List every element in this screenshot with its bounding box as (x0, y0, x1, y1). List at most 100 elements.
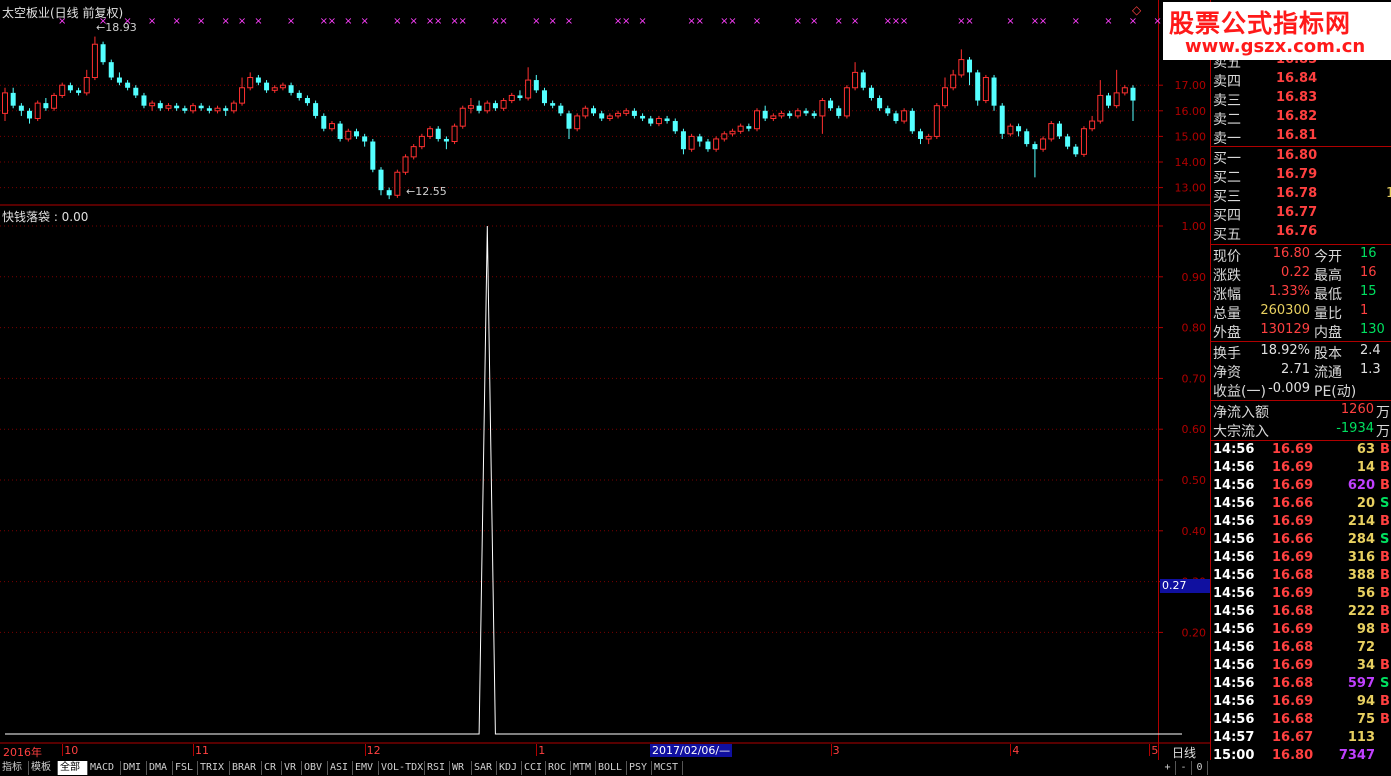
signal-marker: × (794, 16, 802, 27)
date-label: 2016年 (3, 746, 42, 759)
candle (901, 108, 908, 124)
candle (843, 85, 850, 119)
fundamental-row: 净资 2.71 流通 1.3 (1210, 362, 1391, 381)
tab-dmi[interactable]: DMI (121, 761, 147, 775)
tab-模板[interactable]: 模板 (29, 761, 58, 775)
tab-boll[interactable]: BOLL (596, 761, 627, 775)
stat-value: 130129 (1260, 322, 1310, 337)
tab-vol-tdx[interactable]: VOL-TDX (379, 761, 425, 775)
fund-label: PE(动) (1314, 384, 1357, 400)
signal-marker: × (900, 16, 908, 27)
candle-body (729, 130, 736, 135)
tick-side: S (1380, 532, 1390, 547)
tab-emv[interactable]: EMV (353, 761, 379, 775)
tab-指标[interactable]: 指标 (0, 761, 29, 775)
candle (459, 105, 466, 129)
candle (770, 113, 777, 122)
tab-brar[interactable]: BRAR (230, 761, 262, 775)
candle-body (1007, 125, 1014, 135)
tab-cr[interactable]: CR (262, 761, 282, 775)
candle-body (410, 146, 417, 158)
candle (1097, 80, 1104, 124)
candle-body (492, 103, 498, 109)
diamond-outline-icon[interactable]: ◇ (1132, 3, 1141, 17)
candle-body (655, 117, 662, 125)
signal-marker: × (238, 16, 246, 27)
candle-body (362, 136, 368, 142)
candle-body (680, 131, 686, 150)
candle-body (1056, 123, 1062, 137)
candle-body (1113, 92, 1120, 107)
tick-row: 14:56 16.69 94 B (1210, 694, 1391, 713)
candle (591, 105, 597, 116)
tab-roc[interactable]: ROC (546, 761, 571, 775)
tab-mtm[interactable]: MTM (571, 761, 596, 775)
candle-body (566, 113, 572, 129)
order-book-row: 买五 16.76 (1210, 224, 1391, 243)
signal-marker: × (965, 16, 973, 27)
stat-value: 130 (1360, 322, 1385, 337)
signal-marker: × (499, 16, 507, 27)
tab-asi[interactable]: ASI (328, 761, 353, 775)
signal-marker: × (434, 16, 442, 27)
arrow-left-icon: ← (406, 185, 416, 198)
tab-mcst[interactable]: MCST (652, 761, 683, 775)
tab-obv[interactable]: OBV (302, 761, 328, 775)
zoom-out-button[interactable]: - (1176, 761, 1192, 775)
tick-volume: 222 (1347, 604, 1375, 619)
tab-wr[interactable]: WR (450, 761, 472, 775)
candle (304, 95, 310, 106)
tab-rsi[interactable]: RSI (425, 761, 450, 775)
stat-label: 最低 (1314, 287, 1342, 303)
candle-body (1130, 87, 1136, 101)
candle-body (230, 102, 237, 112)
candle (737, 123, 744, 134)
candle (76, 87, 82, 96)
signal-marker: × (565, 16, 573, 27)
signal-marker: × (728, 16, 736, 27)
tab-dma[interactable]: DMA (147, 761, 173, 775)
zoom-in-button[interactable]: + (1160, 761, 1176, 775)
chart-canvas[interactable]: × × × × × × × × × × × × × × × × × × × × × × × × × × × × × × × × × × × × × × × ×… (0, 0, 1391, 776)
tab-fsl[interactable]: FSL (173, 761, 198, 775)
candle (91, 36, 98, 81)
candle (811, 110, 817, 119)
tick-volume: 20 (1356, 496, 1375, 511)
zoom-reset-button[interactable]: 0 (1192, 761, 1208, 775)
tick-row: 14:56 16.69 56 B (1210, 586, 1391, 605)
candle-body (337, 123, 343, 139)
candle-body (378, 169, 384, 191)
candle (1105, 92, 1111, 109)
tick-volume: 388 (1347, 568, 1375, 583)
candle-body (958, 59, 965, 76)
watermark-logo: 股票公式指标网 www.gszx.com.cn (1163, 2, 1391, 60)
tab-sar[interactable]: SAR (472, 761, 497, 775)
quote-divider (1210, 244, 1391, 245)
candle (264, 80, 270, 93)
candle-body (443, 138, 449, 142)
candle-body (133, 87, 139, 96)
tick-volume: 34 (1356, 658, 1375, 673)
signal-marker: × (638, 16, 646, 27)
signal-marker: × (1129, 16, 1137, 27)
candle-body (313, 103, 319, 116)
tab-kdj[interactable]: KDJ (497, 761, 522, 775)
quote-stat-row: 涨幅 1.33% 最低 15 (1210, 284, 1391, 303)
tab-macd[interactable]: MACD (88, 761, 121, 775)
candlestick-series[interactable] (2, 36, 1136, 200)
order-price: 16.83 (1276, 90, 1318, 105)
tab-vr[interactable]: VR (282, 761, 302, 775)
tick-volume: 94 (1356, 694, 1375, 709)
period-label[interactable]: 日线 (1172, 744, 1196, 761)
tab-trix[interactable]: TRIX (198, 761, 230, 775)
candle (435, 126, 441, 142)
price-axis: 17.00 16.00 15.00 14.00 13.00 (1158, 79, 1206, 195)
tab-全部[interactable]: 全部 (58, 761, 88, 775)
tick-side: B (1380, 550, 1390, 565)
tab-psy[interactable]: PSY (627, 761, 652, 775)
tick-row: 14:56 16.69 316 B (1210, 550, 1391, 569)
tick-volume: 98 (1356, 622, 1375, 637)
tab-cci[interactable]: CCI (522, 761, 546, 775)
candle-body (451, 125, 458, 143)
stat-label: 涨幅 (1213, 287, 1241, 303)
